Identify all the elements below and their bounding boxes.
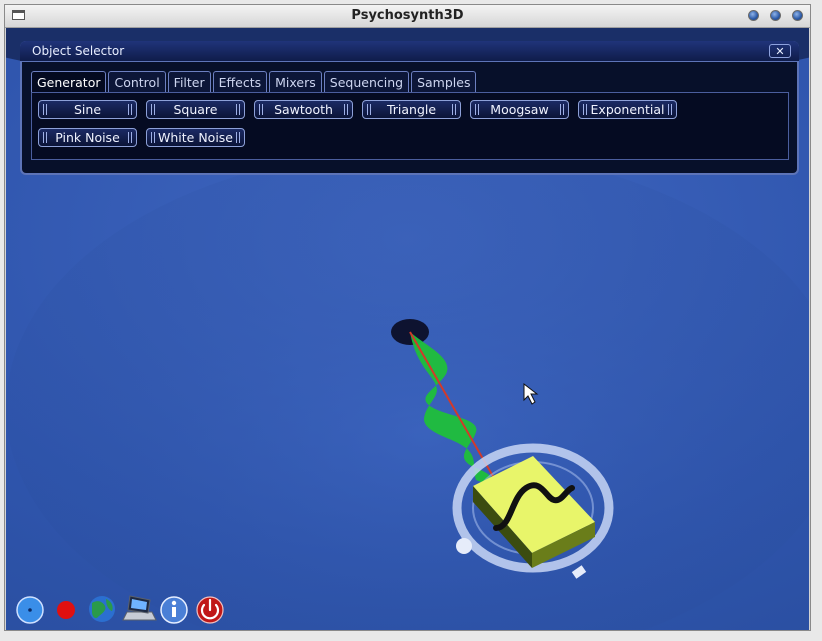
maximize-button[interactable] [770, 10, 781, 21]
power-icon[interactable] [196, 596, 224, 624]
close-window-button[interactable] [792, 10, 803, 21]
info-icon[interactable] [160, 596, 188, 624]
globe-icon[interactable] [89, 596, 115, 622]
laptop-icon[interactable] [122, 595, 157, 621]
circle-blue-icon[interactable] [16, 596, 44, 624]
window-title: Psychosynth3D [351, 8, 464, 23]
3d-viewport[interactable]: Object Selector ✕ Generator Control Filt… [6, 28, 809, 630]
app-window: Psychosynth3D Object Selector ✕ Generato… [4, 4, 811, 631]
record-icon[interactable] [57, 601, 75, 619]
title-bar[interactable]: Psychosynth3D [5, 5, 810, 28]
minimize-button[interactable] [748, 10, 759, 21]
bottom-toolbar [16, 595, 224, 624]
